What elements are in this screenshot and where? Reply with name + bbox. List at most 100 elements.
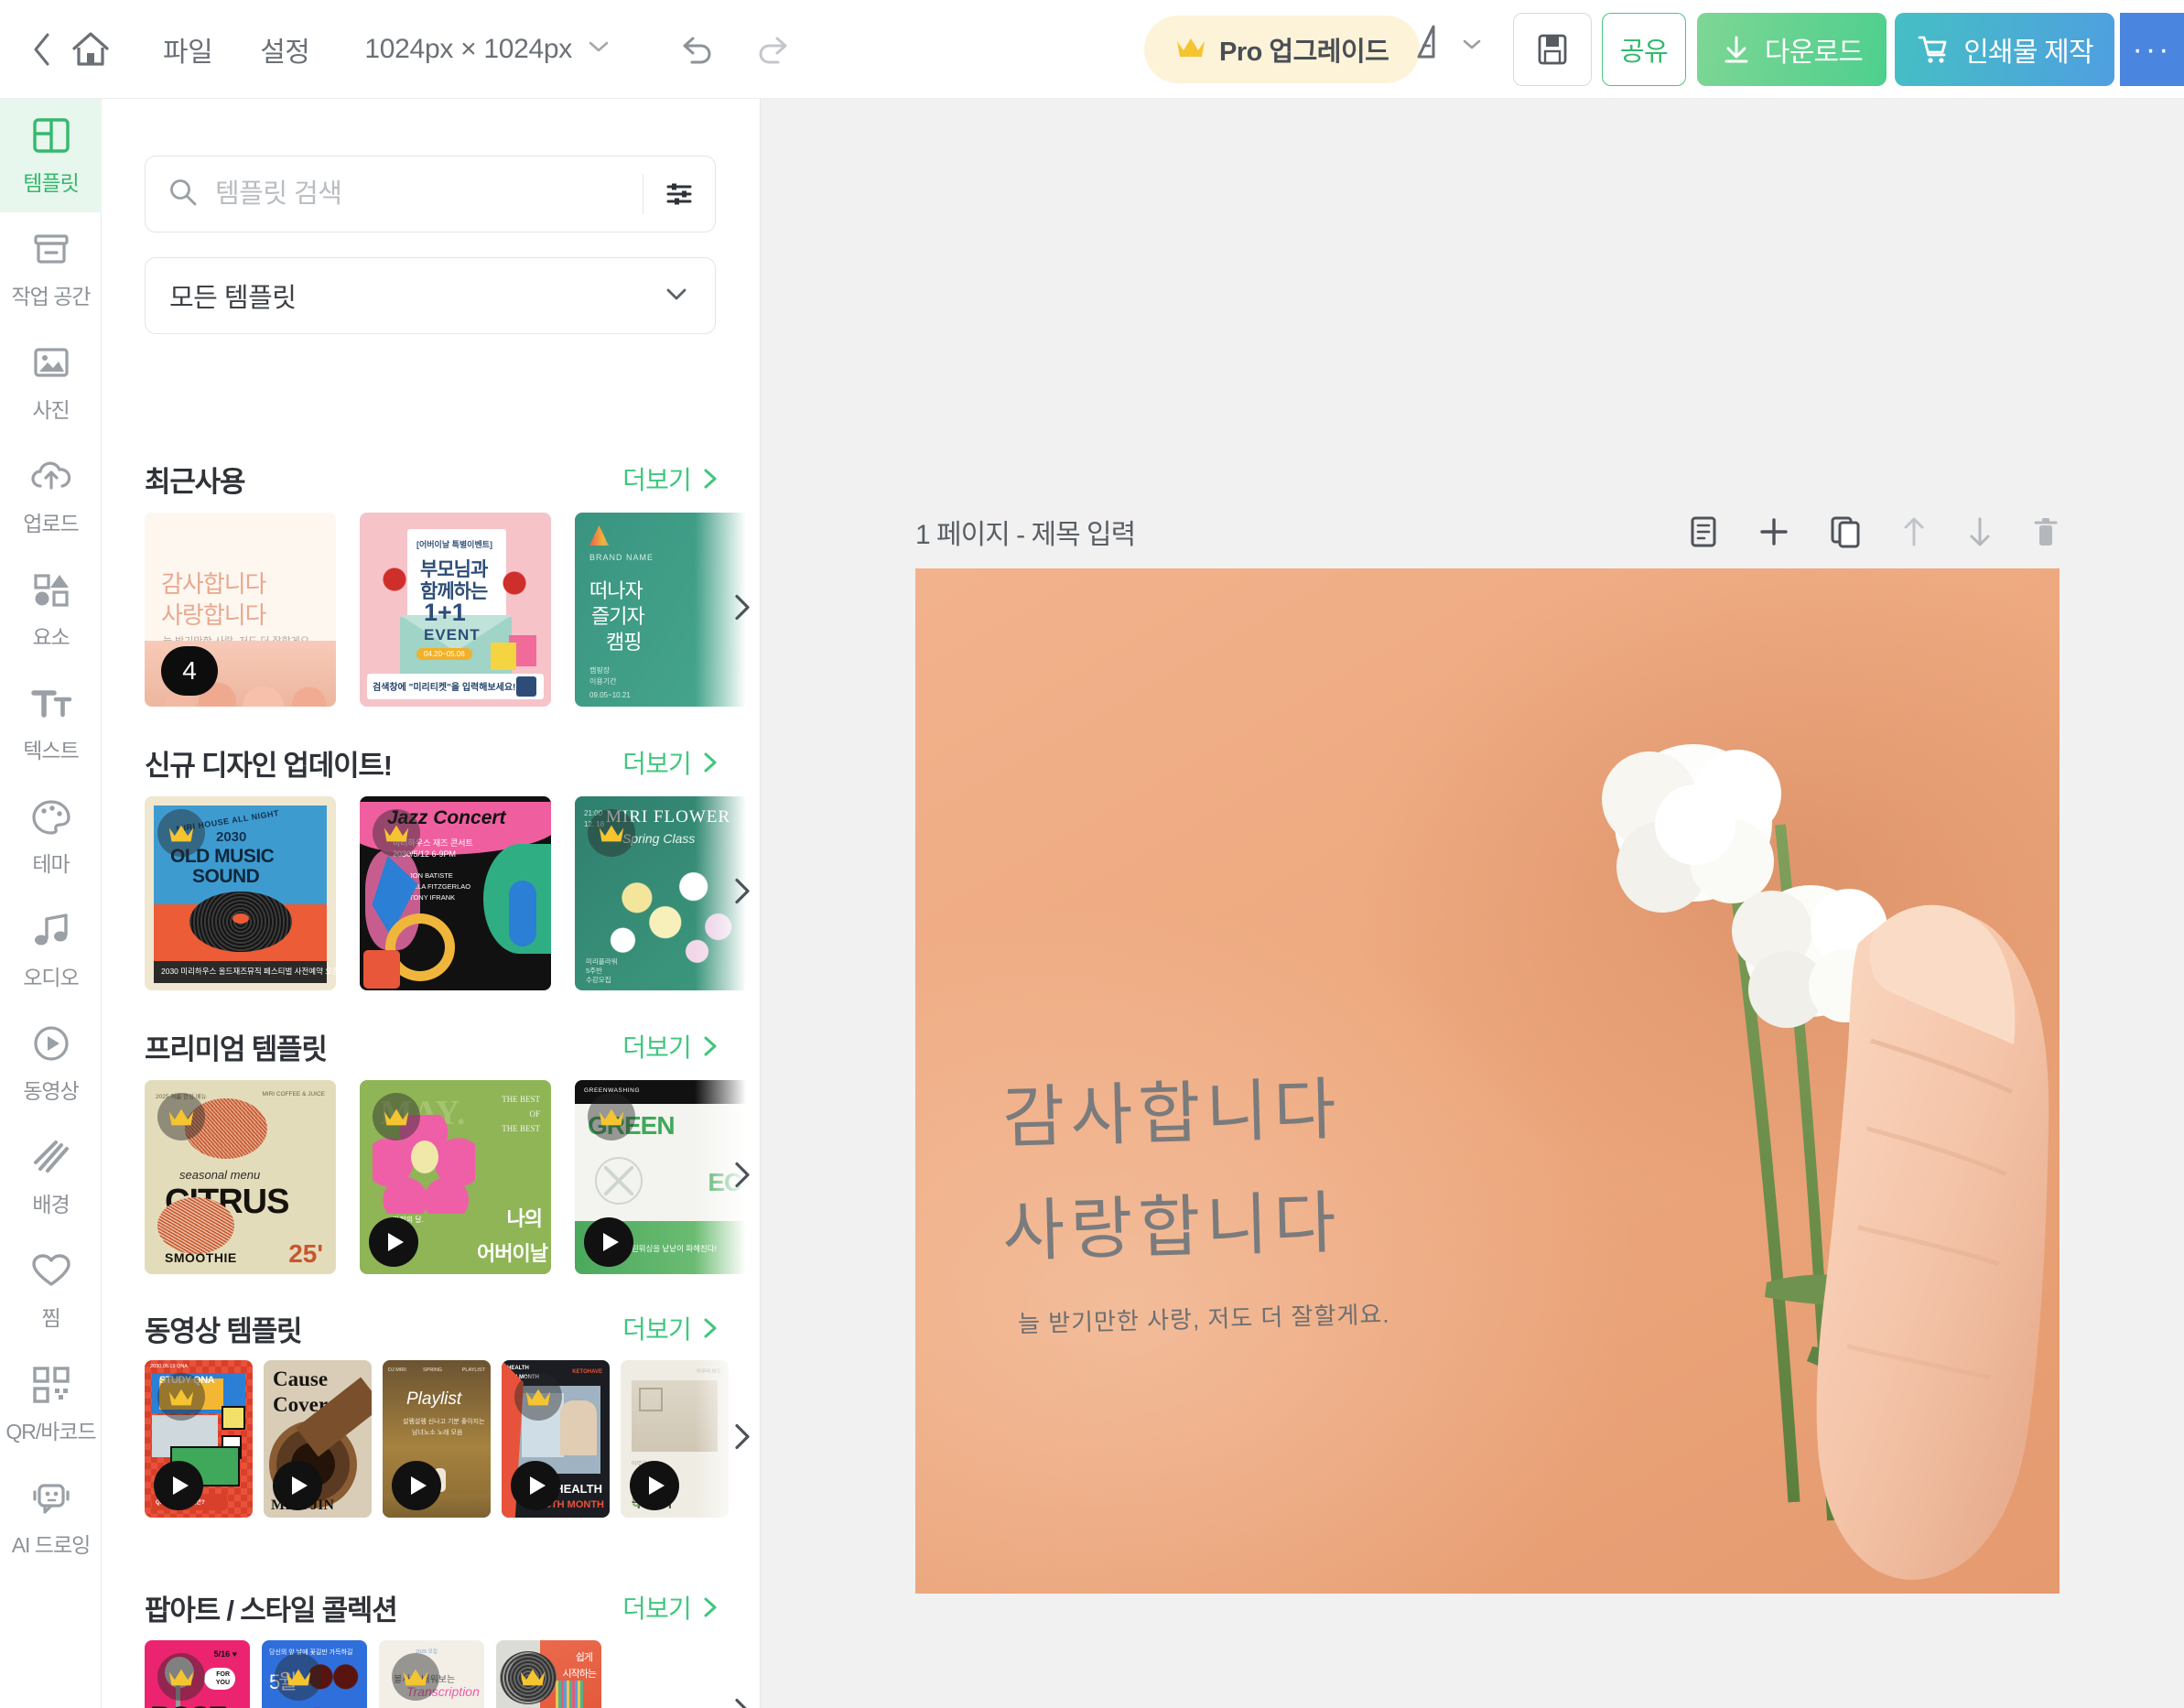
template-thumbnail[interactable]: 감사합니다사랑합니다늘 받기만한 사랑, 저도 더 잘할게요.4 bbox=[145, 513, 336, 707]
undo-icon[interactable] bbox=[676, 28, 719, 70]
template-thumbnail[interactable]: Jazz Concert 미리하우스 재즈 콘서트 2030/5/12 6-9PM J… bbox=[360, 796, 551, 990]
crown-icon bbox=[392, 1653, 439, 1701]
crown-icon bbox=[157, 1653, 205, 1701]
sidebar-item-1[interactable]: 템플릿 bbox=[0, 99, 102, 212]
share-label: 공유 bbox=[1619, 38, 1669, 67]
sidebar-item-2[interactable]: 작업 공간 bbox=[0, 212, 102, 326]
pen-tool-selector[interactable] bbox=[1410, 22, 1483, 70]
crown-icon bbox=[588, 1093, 635, 1140]
play-button-icon[interactable] bbox=[369, 1217, 418, 1267]
crown-icon bbox=[275, 1653, 322, 1701]
template-thumbnail[interactable]: 2030.05.19 QNASTUDY QNAQ. 자주 쓰는 볼펜은? bbox=[145, 1360, 253, 1518]
section-more-link[interactable]: 더보기 bbox=[622, 1028, 720, 1065]
sidebar-item-11[interactable]: 찜 bbox=[0, 1234, 102, 1347]
page-count-badge: 4 bbox=[161, 646, 218, 696]
sidebar-item-12[interactable]: QR/바코드 bbox=[0, 1347, 102, 1461]
canvas-size-selector[interactable]: 1024px × 1024px bbox=[364, 34, 611, 65]
section-more-link[interactable]: 더보기 bbox=[622, 1589, 720, 1626]
move-up-icon[interactable] bbox=[1900, 514, 1928, 549]
crown-icon bbox=[157, 1373, 205, 1421]
artwork-title-line1: 감사합니다 bbox=[1001, 1070, 1343, 1158]
play-button-icon[interactable] bbox=[511, 1461, 560, 1510]
section-header: 동영상 템플릿 더보기 bbox=[102, 1305, 760, 1351]
sidebar-item-label: 사진 bbox=[32, 398, 70, 422]
artwork-title-line2: 사랑합니다 bbox=[1001, 1184, 1343, 1271]
carnation-hand-photo bbox=[1602, 744, 2049, 1580]
sidebar-item-9[interactable]: 동영상 bbox=[0, 1007, 102, 1120]
template-panel: 모든 템플릿 최근사용더보기감사합니다사랑합니다늘 받기만한 사랑, 저도 더 … bbox=[102, 99, 761, 1708]
template-thumbnail[interactable]: 2025 여름 한정 메뉴 MIRI COFFEE & JUICE seasonal… bbox=[145, 1080, 336, 1274]
row-next-arrow[interactable] bbox=[730, 593, 753, 627]
section-more-link[interactable]: 더보기 bbox=[622, 460, 720, 497]
template-thumbnail[interactable]: 쉽게시작하는KNITTING bbox=[496, 1640, 601, 1708]
share-button[interactable]: 공유 bbox=[1602, 13, 1686, 86]
template-thumbnail[interactable]: HEALTH 6TH MONTH KETOHAVE HEALTH 6TH MONTH bbox=[502, 1360, 610, 1518]
row-next-arrow[interactable] bbox=[730, 1697, 753, 1708]
play-button-icon[interactable] bbox=[154, 1461, 203, 1510]
back-icon[interactable] bbox=[22, 29, 62, 70]
sliders-icon[interactable] bbox=[643, 178, 715, 210]
section-header: 팝아트 / 스타일 콜렉션 더보기 bbox=[102, 1584, 760, 1630]
sidebar-item-5[interactable]: 요소 bbox=[0, 553, 102, 666]
search-input[interactable] bbox=[215, 178, 643, 210]
section-more-link[interactable]: 더보기 bbox=[622, 1310, 720, 1346]
save-button[interactable] bbox=[1513, 13, 1592, 86]
note-icon[interactable] bbox=[1688, 514, 1719, 549]
more-options-button[interactable]: ··· bbox=[2120, 13, 2184, 86]
move-down-icon[interactable] bbox=[1966, 514, 1994, 549]
template-thumbnail[interactable]: MIRI HOUSE ALL NIGHT 2030 OLD MUSIC SOUND 20… bbox=[145, 796, 336, 990]
category-select[interactable]: 모든 템플릿 bbox=[145, 257, 716, 334]
more-label: 더보기 bbox=[622, 1033, 692, 1062]
row-next-arrow[interactable] bbox=[730, 1422, 753, 1456]
play-button-icon[interactable] bbox=[630, 1461, 679, 1510]
template-thumbnail[interactable]: 5/16 ♥FORYOUROSEROSEROSE bbox=[145, 1640, 250, 1708]
template-thumbnail[interactable]: MAY. THE BEST OF THE BEST 가정의 달. 나의 어버이날 bbox=[360, 1080, 551, 1274]
print-button[interactable]: 인쇄물 제작 bbox=[1895, 13, 2114, 86]
template-row: 5/16 ♥FORYOUROSEROSEROSE당신의 앞 날에 꽃길만 가득하… bbox=[102, 1640, 760, 1708]
play-button-icon[interactable] bbox=[273, 1461, 322, 1510]
more-label: 더보기 bbox=[622, 750, 692, 778]
sidebar-item-7[interactable]: 테마 bbox=[0, 780, 102, 893]
template-thumbnail[interactable]: [어버이날 특별이벤트] 부모님과 함께하는 1+1 EVENT 04.20~05.06 검… bbox=[360, 513, 551, 707]
section-title: 동영상 템플릿 bbox=[145, 1314, 303, 1347]
pro-upgrade-button[interactable]: Pro 업그레이드 bbox=[1144, 16, 1421, 83]
play-button-icon[interactable] bbox=[584, 1217, 633, 1267]
crown-icon bbox=[588, 809, 635, 857]
sidebar-item-8[interactable]: 오디오 bbox=[0, 893, 102, 1007]
menu-file[interactable]: 파일 bbox=[163, 29, 213, 70]
sidebar-item-3[interactable]: 사진 bbox=[0, 326, 102, 439]
row-next-arrow[interactable] bbox=[730, 877, 753, 911]
pen-icon bbox=[1410, 22, 1448, 70]
category-value: 모든 템플릿 bbox=[169, 284, 297, 313]
template-thumbnail[interactable]: 2025 모집볼사로 배워보는Transcription bbox=[379, 1640, 484, 1708]
template-thumbnail[interactable]: DJ MIRI SPRING PLAYLIST Playlist 설렘설렘 신나고 기분… bbox=[383, 1360, 491, 1518]
sidebar-item-4[interactable]: 업로드 bbox=[0, 439, 102, 553]
section-more-link[interactable]: 더보기 bbox=[622, 744, 720, 781]
chevron-down-icon bbox=[664, 286, 689, 307]
sidebar-item-13[interactable]: AI 드로잉 bbox=[0, 1461, 102, 1574]
template-thumbnail[interactable]: 아무리 봐도아무리 봐도This수납의99 bbox=[621, 1360, 729, 1518]
artboard[interactable]: 감사합니다 사랑합니다 늘 받기만한 사랑, 저도 더 잘할게요. bbox=[915, 568, 2060, 1594]
page-toolbar bbox=[1688, 514, 2060, 549]
template-thumbnail[interactable]: 당신의 앞 날에 꽃길만 가득하길5월열렬한사랑 bbox=[262, 1640, 367, 1708]
chevron-right-icon bbox=[704, 1318, 717, 1338]
sidebar-item-6[interactable]: 텍스트 bbox=[0, 666, 102, 780]
floppy-disk-icon bbox=[1538, 34, 1567, 65]
text-tt-icon bbox=[30, 682, 72, 724]
menu-settings[interactable]: 설정 bbox=[260, 29, 310, 70]
download-label: 다운로드 bbox=[1764, 38, 1864, 68]
row-next-arrow[interactable] bbox=[730, 1161, 753, 1195]
play-button-icon[interactable] bbox=[392, 1461, 441, 1510]
redo-icon[interactable] bbox=[751, 28, 794, 70]
sidebar-item-label: 업로드 bbox=[23, 512, 79, 535]
download-button[interactable]: 다운로드 bbox=[1697, 13, 1887, 86]
add-page-icon[interactable] bbox=[1757, 515, 1790, 548]
sidebar-item-10[interactable]: 배경 bbox=[0, 1120, 102, 1234]
page-title[interactable]: 1 페이지 - 제목 입력 bbox=[915, 512, 1136, 552]
template-thumbnail[interactable]: CauseCoverMIRI JIN bbox=[264, 1360, 372, 1518]
template-row: MIRI HOUSE ALL NIGHT 2030 OLD MUSIC SOUND 20… bbox=[102, 796, 760, 990]
home-icon[interactable] bbox=[66, 25, 115, 74]
trash-icon[interactable] bbox=[2032, 514, 2060, 549]
duplicate-icon[interactable] bbox=[1829, 514, 1862, 549]
search-bar bbox=[145, 156, 716, 232]
